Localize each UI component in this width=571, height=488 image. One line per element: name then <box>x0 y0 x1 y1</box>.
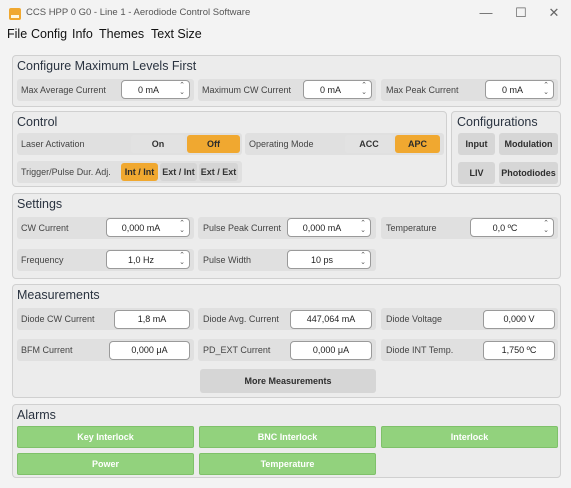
temperature-spinbox[interactable]: 0,0 ºC ⌃ ⌄ <box>470 218 554 237</box>
diode-cw-cell: Diode CW Current 1,8 mA <box>17 308 194 330</box>
laser-activation-cell: Laser Activation On Off <box>17 133 242 155</box>
spin-arrows-icon[interactable]: ⌃ ⌄ <box>360 220 366 234</box>
mode-acc-toggle[interactable]: ACC <box>345 135 393 153</box>
diode-avg-value: 447,064 mA <box>290 310 372 329</box>
max-cw-cell: Maximum CW Current 0 mA ⌃ ⌄ <box>198 79 376 101</box>
spin-arrows-icon[interactable]: ⌃ ⌄ <box>543 220 549 234</box>
app-icon <box>9 8 21 20</box>
mode-apc-toggle[interactable]: APC <box>395 135 440 153</box>
pdext-label: PD_EXT Current <box>203 345 271 355</box>
laser-off-toggle[interactable]: Off <box>187 135 240 153</box>
max-cw-label: Maximum CW Current <box>202 85 292 95</box>
control-title: Control <box>17 115 58 129</box>
max-peak-spinbox[interactable]: 0 mA ⌃ ⌄ <box>485 80 554 99</box>
max-avg-cell: Max Average Current 0 mA ⌃ ⌄ <box>17 79 194 101</box>
max-avg-label: Max Average Current <box>21 85 106 95</box>
pulse-width-cell: Pulse Width 10 ps ⌃ ⌄ <box>198 249 376 271</box>
pulse-width-spinbox[interactable]: 10 ps ⌃ ⌄ <box>287 250 371 269</box>
diode-cw-value: 1,8 mA <box>114 310 190 329</box>
configurations-title: Configurations <box>457 115 538 129</box>
input-button[interactable]: Input <box>458 133 495 155</box>
trigger-ext-int-toggle[interactable]: Ext / Int <box>160 163 197 181</box>
measurements-group: Measurements Diode CW Current 1,8 mA Dio… <box>12 284 561 398</box>
title-bar: CCS HPP 0 G0 - Line 1 - Aerodiode Contro… <box>0 0 571 26</box>
diode-voltage-label: Diode Voltage <box>386 314 443 324</box>
diode-avg-label: Diode Avg. Current <box>203 314 279 324</box>
spin-arrows-icon[interactable]: ⌃ ⌄ <box>543 82 549 96</box>
close-button[interactable]: ✕ <box>539 4 569 22</box>
frequency-spinbox[interactable]: 1,0 Hz ⌃ ⌄ <box>106 250 190 269</box>
menu-config[interactable]: Config <box>31 27 67 41</box>
more-measurements-button[interactable]: More Measurements <box>200 369 376 393</box>
alarm-key-interlock: Key Interlock <box>17 426 194 448</box>
pulse-peak-spinbox[interactable]: 0,000 mA ⌃ ⌄ <box>287 218 371 237</box>
max-peak-cell: Max Peak Current 0 mA ⌃ ⌄ <box>381 79 558 101</box>
cw-current-spinbox[interactable]: 0,000 mA ⌃ ⌄ <box>106 218 190 237</box>
alarm-interlock: Interlock <box>381 426 558 448</box>
operating-mode-cell: Operating Mode ACC APC <box>245 133 444 155</box>
diode-voltage-cell: Diode Voltage 0,000 V <box>381 308 558 330</box>
configurations-group: Configurations Input Modulation LIV Phot… <box>451 111 561 187</box>
spin-arrows-icon[interactable]: ⌃ ⌄ <box>179 252 185 266</box>
spin-arrows-icon[interactable]: ⌃ ⌄ <box>360 252 366 266</box>
spin-arrows-icon[interactable]: ⌃ ⌄ <box>179 82 185 96</box>
bfm-cell: BFM Current 0,000 μA <box>17 339 194 361</box>
max-cw-spinbox[interactable]: 0 mA ⌃ ⌄ <box>303 80 372 99</box>
laser-activation-label: Laser Activation <box>21 139 85 149</box>
int-temp-cell: Diode INT Temp. 1,750 ºC <box>381 339 558 361</box>
pdext-value: 0,000 μA <box>290 341 372 360</box>
laser-on-toggle[interactable]: On <box>131 135 185 153</box>
pdext-cell: PD_EXT Current 0,000 μA <box>198 339 376 361</box>
trigger-label: Trigger/Pulse Dur. Adj. <box>21 167 111 177</box>
pulse-width-label: Pulse Width <box>203 255 252 265</box>
max-peak-label: Max Peak Current <box>386 85 459 95</box>
diode-cw-label: Diode CW Current <box>21 314 95 324</box>
max-levels-group: Configure Maximum Levels First Max Avera… <box>12 55 561 107</box>
photodiodes-button[interactable]: Photodiodes <box>499 162 558 184</box>
menu-bar: File Config Info Themes Text Size <box>0 26 571 44</box>
alarms-group: Alarms Key Interlock BNC Interlock Inter… <box>12 404 561 478</box>
spin-arrows-icon[interactable]: ⌃ ⌄ <box>179 220 185 234</box>
spin-arrows-icon[interactable]: ⌃ ⌄ <box>361 82 367 96</box>
max-avg-spinbox[interactable]: 0 mA ⌃ ⌄ <box>121 80 190 99</box>
measurements-title: Measurements <box>17 288 100 302</box>
temperature-label: Temperature <box>386 223 437 233</box>
bfm-label: BFM Current <box>21 345 73 355</box>
max-levels-title: Configure Maximum Levels First <box>17 59 197 73</box>
trigger-int-int-toggle[interactable]: Int / Int <box>121 163 158 181</box>
settings-group: Settings CW Current 0,000 mA ⌃ ⌄ Pulse Pe… <box>12 193 561 279</box>
window-title: CCS HPP 0 G0 - Line 1 - Aerodiode Contro… <box>26 7 251 18</box>
minimize-button[interactable]: — <box>471 4 501 22</box>
pulse-peak-label: Pulse Peak Current <box>203 223 282 233</box>
temperature-cell: Temperature 0,0 ºC ⌃ ⌄ <box>381 217 558 239</box>
maximize-button[interactable]: ☐ <box>506 4 536 22</box>
modulation-button[interactable]: Modulation <box>499 133 558 155</box>
alarm-temperature: Temperature <box>199 453 376 475</box>
menu-file[interactable]: File <box>7 27 27 41</box>
pulse-peak-cell: Pulse Peak Current 0,000 mA ⌃ ⌄ <box>198 217 376 239</box>
menu-themes[interactable]: Themes <box>99 27 144 41</box>
bfm-value: 0,000 μA <box>109 341 190 360</box>
frequency-cell: Frequency 1,0 Hz ⌃ ⌄ <box>17 249 194 271</box>
alarms-title: Alarms <box>17 408 56 422</box>
trigger-ext-ext-toggle[interactable]: Ext / Ext <box>199 163 238 181</box>
settings-title: Settings <box>17 197 63 211</box>
diode-voltage-value: 0,000 V <box>483 310 555 329</box>
diode-avg-cell: Diode Avg. Current 447,064 mA <box>198 308 376 330</box>
trigger-cell: Trigger/Pulse Dur. Adj. Int / Int Ext / … <box>17 161 242 183</box>
alarm-power: Power <box>17 453 194 475</box>
menu-text-size[interactable]: Text Size <box>151 27 202 41</box>
int-temp-label: Diode INT Temp. <box>386 345 454 355</box>
cw-current-cell: CW Current 0,000 mA ⌃ ⌄ <box>17 217 194 239</box>
alarm-bnc-interlock: BNC Interlock <box>199 426 376 448</box>
liv-button[interactable]: LIV <box>458 162 495 184</box>
cw-current-label: CW Current <box>21 223 69 233</box>
menu-info[interactable]: Info <box>72 27 93 41</box>
frequency-label: Frequency <box>21 255 64 265</box>
operating-mode-label: Operating Mode <box>249 139 314 149</box>
control-group: Control Laser Activation On Off Operatin… <box>12 111 447 187</box>
int-temp-value: 1,750 ºC <box>483 341 555 360</box>
